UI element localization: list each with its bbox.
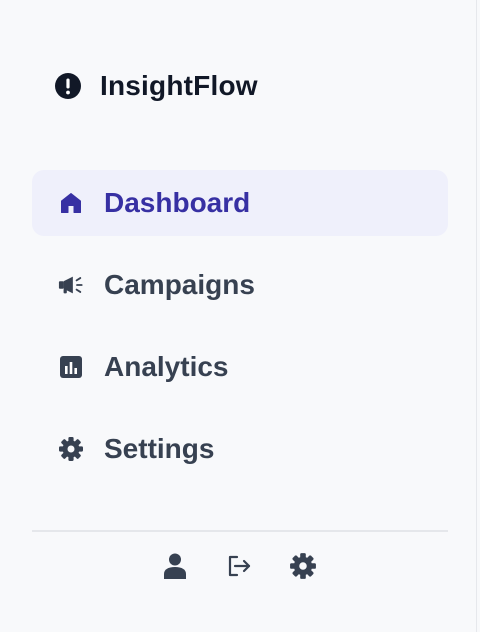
user-icon	[163, 552, 187, 585]
nav-item-label: Analytics	[104, 351, 229, 382]
nav-item-dashboard[interactable]: Dashboard	[32, 170, 448, 236]
nav-item-campaigns[interactable]: Campaigns	[32, 252, 448, 318]
gear-icon	[289, 552, 317, 585]
gear-icon	[58, 436, 84, 462]
logout-button[interactable]	[224, 552, 254, 584]
brand: InsightFlow	[54, 70, 258, 102]
alert-circle-icon	[54, 72, 82, 100]
nav-item-analytics[interactable]: Analytics	[32, 334, 448, 400]
nav-item-label: Settings	[104, 433, 215, 464]
chart-bar-icon	[58, 354, 84, 380]
logout-icon	[226, 553, 252, 584]
nav-item-label: Dashboard	[104, 187, 251, 218]
app-name: InsightFlow	[100, 70, 258, 101]
main-nav: Dashboard Campaigns Analytics Settings	[32, 170, 448, 498]
divider	[32, 530, 448, 532]
nav-item-settings[interactable]: Settings	[32, 416, 448, 482]
megaphone-icon	[58, 272, 84, 298]
sidebar: InsightFlow Dashboard Campaigns Analytic…	[0, 0, 477, 632]
settings-button[interactable]	[288, 552, 318, 584]
profile-button[interactable]	[160, 552, 190, 584]
home-icon	[58, 190, 84, 216]
nav-item-label: Campaigns	[104, 269, 255, 300]
footer-actions	[0, 552, 477, 584]
